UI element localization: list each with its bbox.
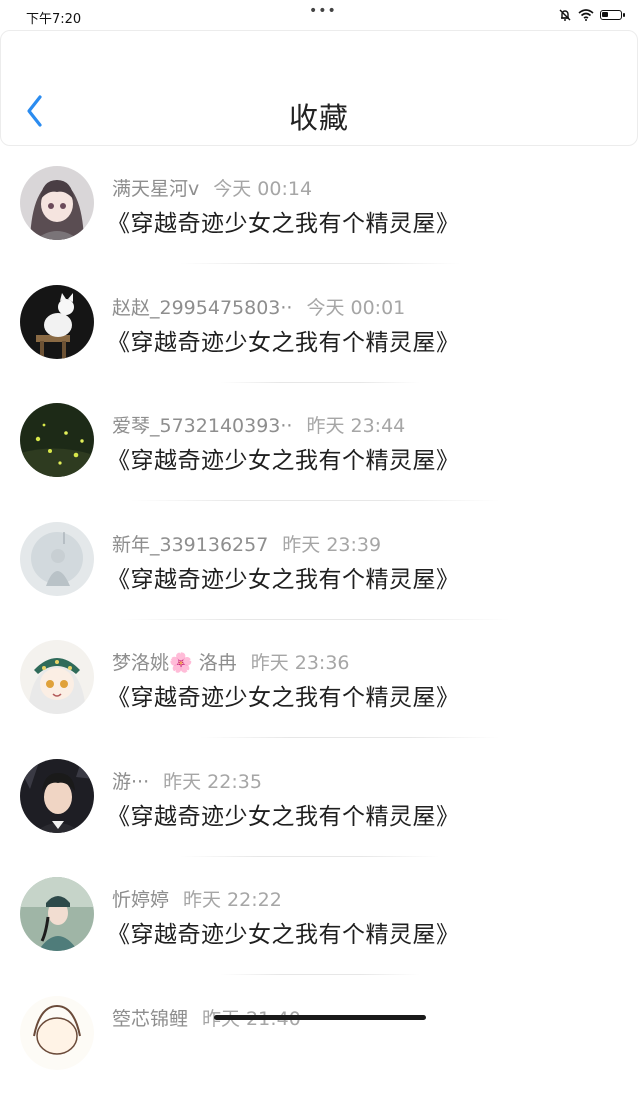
list-item[interactable]: 梦洛姚🌸 洛冉昨天 23:36 《穿越奇迹少女之我有个精灵屋》 [0,620,640,739]
timestamp: 今天 00:14 [213,178,312,200]
username[interactable]: 游··· [112,771,149,793]
mute-bell-icon [558,8,572,22]
avatar[interactable] [20,522,94,596]
list-item[interactable]: 新年_339136257 昨天 23:39 《穿越奇迹少女之我有个精灵屋》 [0,502,640,621]
novel-title[interactable]: 《穿越奇迹少女之我有个精灵屋》 [107,678,460,712]
username[interactable]: 箜芯锦鲤 [112,1008,188,1030]
avatar[interactable] [20,759,94,833]
avatar[interactable] [20,403,94,477]
battery-level [602,12,608,17]
list-item[interactable]: 游··· 昨天 22:35 《穿越奇迹少女之我有个精灵屋》 [0,739,640,858]
list-item[interactable]: 满天星河v 今天 00:14 《穿越奇迹少女之我有个精灵屋》 [0,146,640,265]
status-icons [558,8,622,22]
novel-title[interactable]: 《穿越奇迹少女之我有个精灵屋》 [107,441,460,475]
home-indicator[interactable] [214,1015,426,1020]
novel-title[interactable]: 《穿越奇迹少女之我有个精灵屋》 [107,797,460,831]
novel-title[interactable]: 《穿越奇迹少女之我有个精灵屋》 [107,560,460,594]
username[interactable]: 忻婷婷 [112,889,169,911]
novel-title[interactable]: 《穿越奇迹少女之我有个精灵屋》 [107,323,460,357]
status-bar: 下午7:20 ••• [0,0,640,30]
list-item[interactable]: 忻婷婷昨天 22:22 《穿越奇迹少女之我有个精灵屋》 [0,857,640,976]
avatar[interactable] [20,285,94,359]
username[interactable]: 爱琴_5732140393·· [112,415,292,437]
timestamp: 昨天 22:35 [163,771,262,793]
avatar[interactable] [20,166,94,240]
list-item[interactable]: 爱琴_5732140393·· 昨天 23:44 《穿越奇迹少女之我有个精灵屋》 [0,383,640,502]
more-dots-icon[interactable]: ••• [309,6,337,16]
username[interactable]: 梦洛姚🌸 洛冉 [112,652,237,674]
status-time: 下午7:20 [26,8,81,27]
username[interactable]: 新年_339136257 [112,534,268,556]
wifi-icon [578,9,594,21]
header: 收藏 [0,30,638,146]
page-title: 收藏 [1,95,637,137]
favorites-list: 满天星河v 今天 00:14 《穿越奇迹少女之我有个精灵屋》 赵赵_2995475… [0,146,640,1094]
timestamp: 昨天 22:22 [183,889,282,911]
novel-title[interactable]: 《穿越奇迹少女之我有个精灵屋》 [107,204,460,238]
username[interactable]: 满天星河v [112,178,199,200]
avatar[interactable] [20,640,94,714]
timestamp: 昨天 23:36 [251,652,350,674]
list-item[interactable]: 赵赵_2995475803·· 今天 00:01 《穿越奇迹少女之我有个精灵屋》 [0,265,640,384]
avatar[interactable] [20,996,94,1070]
username[interactable]: 赵赵_2995475803·· [112,297,292,319]
list-item[interactable]: 箜芯锦鲤昨天 21:40 [0,976,640,1094]
timestamp: 昨天 23:44 [306,415,405,437]
novel-title[interactable]: 《穿越奇迹少女之我有个精灵屋》 [107,915,460,949]
battery-icon [600,10,622,20]
avatar[interactable] [20,877,94,951]
timestamp: 今天 00:01 [306,297,405,319]
timestamp: 昨天 23:39 [282,534,381,556]
